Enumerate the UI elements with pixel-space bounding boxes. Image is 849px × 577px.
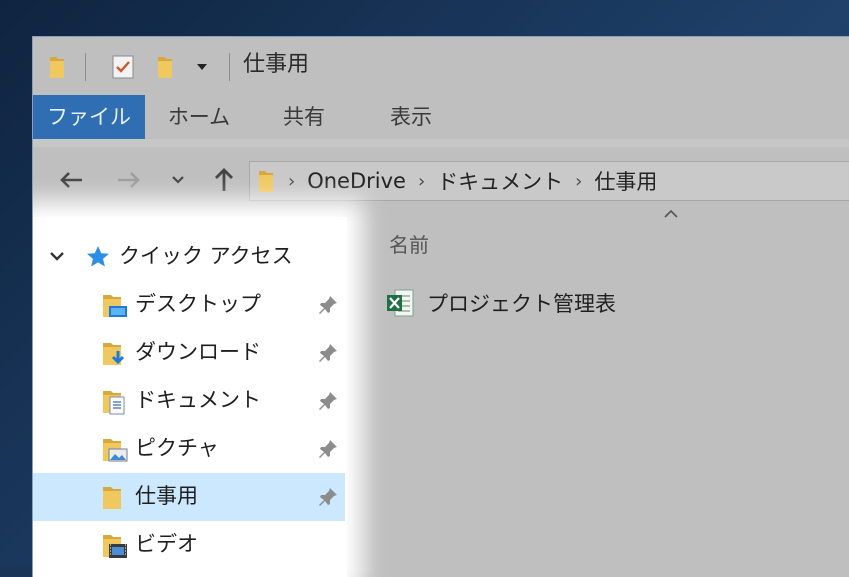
customize-quick-access-dropdown[interactable] — [195, 53, 209, 81]
ribbon-divider — [33, 139, 849, 147]
pin-icon[interactable] — [317, 390, 339, 412]
tab-view[interactable]: 表示 — [363, 95, 459, 139]
sidebar-item-label: ドキュメント — [135, 388, 261, 412]
breadcrumb-separator-icon[interactable]: › — [575, 171, 582, 192]
sidebar-item-pictures[interactable]: ピクチャ — [33, 425, 345, 473]
folder-icon — [101, 484, 129, 516]
navigation-pane: クイック アクセス デスクトップ ダウンロード ドキュメント ピクチャ 仕事用 … — [33, 217, 347, 577]
pin-icon[interactable] — [317, 342, 339, 364]
toolbar-separator — [85, 53, 86, 81]
breadcrumb-current-folder[interactable]: 仕事用 — [594, 166, 657, 196]
tab-share[interactable]: 共有 — [259, 95, 349, 139]
file-item[interactable]: プロジェクト管理表 — [385, 283, 616, 323]
sidebar-item-label: ビデオ — [135, 532, 198, 556]
quick-access-node[interactable]: クイック アクセス — [33, 233, 345, 281]
sidebar-item-label: ピクチャ — [135, 436, 219, 460]
breadcrumb-onedrive[interactable]: OneDrive — [307, 169, 406, 193]
chevron-down-icon — [172, 176, 184, 184]
up-arrow-icon — [215, 168, 233, 191]
downloads-folder-icon — [101, 340, 129, 372]
breadcrumb-documents[interactable]: ドキュメント — [437, 166, 563, 196]
breadcrumb-separator-icon[interactable]: › — [288, 171, 295, 192]
recent-locations-button[interactable] — [167, 161, 189, 199]
chevron-down-icon[interactable] — [49, 251, 65, 263]
documents-folder-icon — [101, 388, 129, 420]
sidebar-item-desktop[interactable]: デスクトップ — [33, 281, 345, 329]
sidebar-item-documents[interactable]: ドキュメント — [33, 377, 345, 425]
window-title: 仕事用 — [243, 52, 310, 77]
sidebar-item-label: ダウンロード — [135, 340, 261, 364]
sidebar-item-videos[interactable]: ビデオ — [33, 521, 345, 569]
desktop-folder-icon — [101, 292, 129, 324]
forward-arrow-icon — [118, 172, 140, 188]
quick-access-label: クイック アクセス — [119, 244, 293, 268]
navigation-bar: › OneDrive › ドキュメント › 仕事用 — [33, 157, 849, 203]
sidebar-item-downloads[interactable]: ダウンロード — [33, 329, 345, 377]
excel-file-icon — [385, 287, 415, 319]
sidebar-item-work[interactable]: 仕事用 — [33, 473, 345, 521]
file-explorer-window: 仕事用 ファイル ホーム 共有 表示 › OneDrive › ドキュメント ›… — [32, 36, 849, 577]
sidebar-item-label: デスクトップ — [135, 292, 261, 316]
column-header-name[interactable]: 名前 — [389, 229, 429, 258]
sort-ascending-icon[interactable] — [663, 209, 679, 219]
up-button[interactable] — [209, 161, 239, 199]
address-bar[interactable]: › OneDrive › ドキュメント › 仕事用 — [249, 161, 849, 201]
file-name: プロジェクト管理表 — [427, 292, 616, 316]
pin-icon[interactable] — [317, 294, 339, 316]
forward-button[interactable] — [113, 161, 145, 199]
pictures-folder-icon — [101, 436, 129, 468]
back-arrow-icon — [60, 172, 82, 188]
breadcrumb-separator-icon[interactable]: › — [418, 171, 425, 192]
toolbar-separator — [229, 53, 230, 81]
back-button[interactable] — [55, 161, 87, 199]
tab-home[interactable]: ホーム — [151, 95, 247, 139]
pin-icon[interactable] — [317, 438, 339, 460]
tab-file[interactable]: ファイル — [33, 95, 145, 139]
ribbon-tabs: ファイル ホーム 共有 表示 — [33, 95, 849, 139]
folder-icon — [47, 53, 67, 81]
folder-icon — [256, 168, 276, 194]
title-bar: 仕事用 — [33, 37, 849, 95]
star-icon — [87, 246, 109, 267]
videos-folder-icon — [101, 532, 129, 564]
pin-icon[interactable] — [317, 486, 339, 508]
sidebar-item-label: 仕事用 — [135, 484, 198, 508]
properties-icon[interactable] — [111, 53, 135, 81]
new-folder-icon[interactable] — [155, 53, 175, 81]
